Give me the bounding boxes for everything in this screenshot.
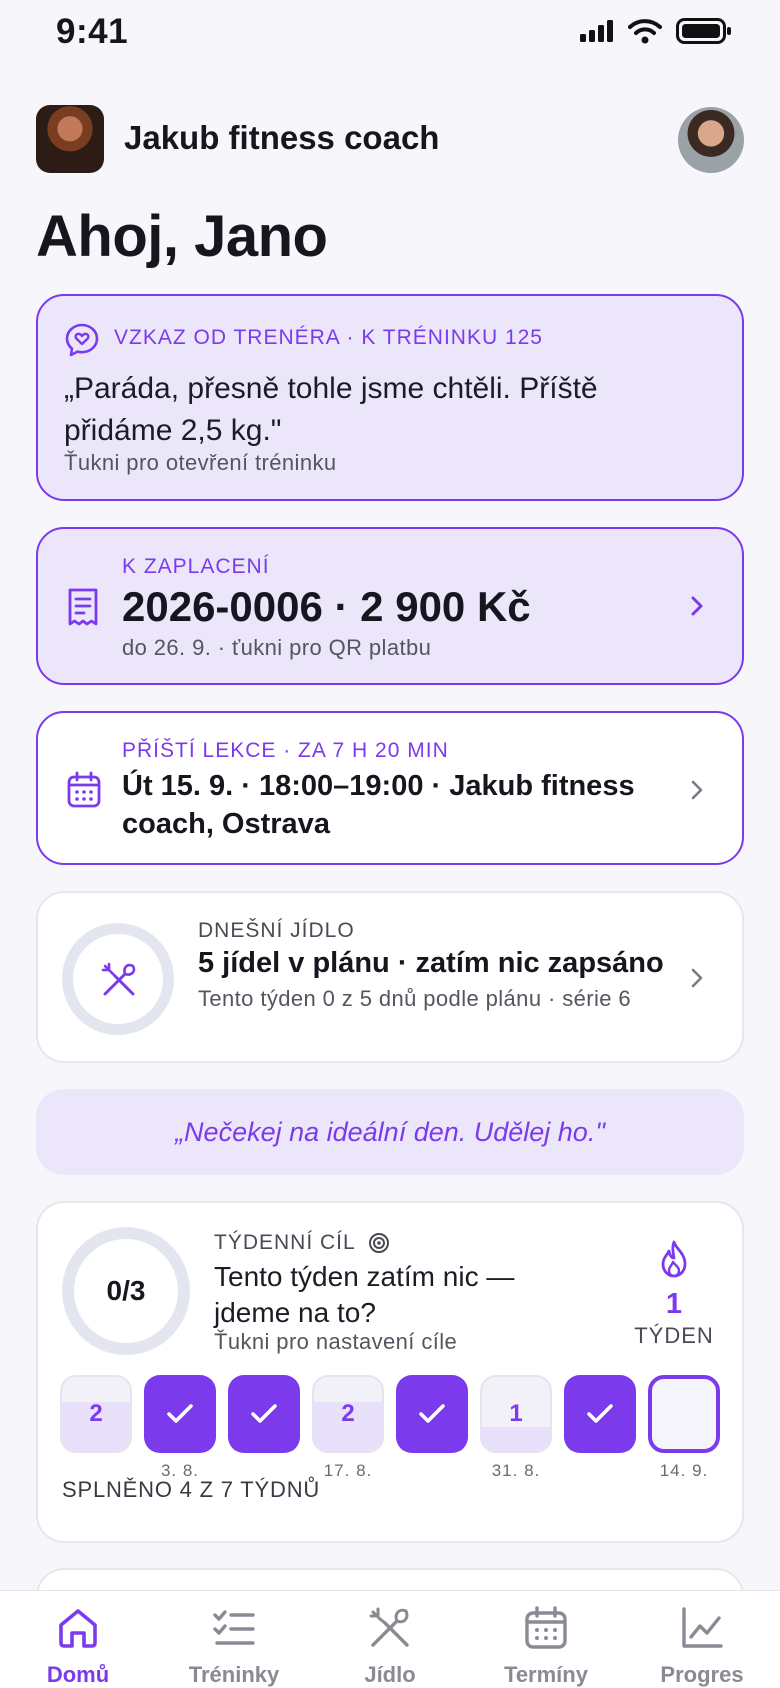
coach-message-card[interactable]: VZKAZ OD TRENÉRA · K TRÉNINKU 125 „Parád…	[36, 294, 744, 501]
tab-home-label: Domů	[46, 1662, 110, 1687]
checklist-icon	[213, 1610, 255, 1645]
goal-progress-ring: 0/3	[62, 1227, 190, 1355]
coach-avatar[interactable]	[36, 105, 104, 173]
week-tile: 2	[312, 1375, 384, 1453]
tab-progress[interactable]: Progres	[632, 1605, 772, 1688]
payment-eyebrow: K ZAPLACENÍ	[122, 555, 270, 578]
week-tile	[396, 1375, 468, 1453]
payment-hint: do 26. 9. · ťukni pro QR platbu	[122, 635, 432, 660]
heart-chat-icon	[65, 323, 99, 357]
week-tile: 1	[480, 1375, 552, 1453]
coach-name: Jakub fitness coach	[124, 119, 440, 156]
message-hint: Ťukni pro otevření tréninku	[64, 450, 337, 475]
week-count: 2	[341, 1400, 355, 1427]
tab-appointments[interactable]: Termíny	[476, 1605, 616, 1688]
tab-food[interactable]: Jídlo	[320, 1605, 460, 1688]
week-date-label: 14. 9.	[659, 1461, 709, 1480]
goal-eyebrow: TÝDENNÍ CÍL	[214, 1231, 390, 1255]
goal-title: Tento týden zatím nic — jdeme na to?	[214, 1261, 515, 1328]
fork-knife-icon	[369, 1607, 409, 1647]
week-history: 2 2 1	[60, 1375, 720, 1453]
calendar-icon	[525, 1606, 567, 1649]
weekly-goal-card[interactable]: 0/3 TÝDENNÍ CÍL Tento týden zatím nic — …	[36, 1201, 744, 1543]
chevron-right-icon	[691, 780, 703, 800]
home-icon	[59, 1609, 97, 1648]
status-bar: 9:41	[0, 0, 780, 70]
user-avatar[interactable]	[678, 107, 744, 173]
tab-appointments-label: Termíny	[504, 1662, 588, 1687]
streak-counter: 1 TÝDEN	[634, 1239, 714, 1349]
tab-progress-label: Progres	[660, 1662, 744, 1687]
receipt-icon	[68, 588, 98, 626]
week-count: 1	[509, 1400, 523, 1427]
today-food-card[interactable]: DNEŠNÍ JÍDLO 5 jídel v plánu · zatím nic…	[36, 891, 744, 1063]
payment-card[interactable]: K ZAPLACENÍ 2026-0006 · 2 900 Kč do 26. …	[36, 527, 744, 685]
goal-hint: Ťukni pro nastavení cíle	[214, 1329, 458, 1354]
food-hint: Tento týden 0 z 5 dnů podle plánu · séri…	[198, 986, 632, 1011]
battery-icon	[676, 18, 731, 44]
tab-workouts-label: Tréninky	[188, 1662, 280, 1687]
target-icon	[368, 1233, 389, 1253]
status-time: 9:41	[56, 12, 129, 51]
week-tile	[564, 1375, 636, 1453]
food-eyebrow: DNEŠNÍ JÍDLO	[198, 919, 355, 942]
motivational-quote: „Nečekej na ideální den. Udělej ho."	[36, 1089, 744, 1175]
fork-knife-icon	[101, 962, 136, 996]
food-title: 5 jídel v plánu · zatím nic zapsáno	[198, 947, 664, 979]
week-date-label	[396, 1461, 468, 1481]
signal-icon	[580, 20, 613, 42]
message-eyebrow: VZKAZ OD TRENÉRA · K TRÉNINKU 125	[114, 326, 543, 349]
tab-home[interactable]: Domů	[8, 1605, 148, 1688]
tab-workouts[interactable]: Tréninky	[164, 1605, 304, 1688]
chevron-right-icon	[691, 968, 703, 988]
week-date-label: 17. 8.	[323, 1461, 373, 1480]
header: Jakub fitness coach	[36, 105, 744, 175]
week-date-label: 31. 8.	[491, 1461, 541, 1480]
wifi-icon	[628, 19, 662, 44]
message-quote: „Paráda, přesně tohle jsme chtěli. Příšt…	[64, 372, 598, 447]
calendar-icon	[67, 771, 101, 808]
check-icon	[587, 1404, 613, 1423]
food-progress-ring	[62, 923, 174, 1035]
check-icon	[419, 1404, 445, 1423]
week-tile: 2	[60, 1375, 132, 1453]
status-icons	[580, 18, 732, 44]
tab-bar: Domů Tréninky Jídlo Termíny Progres	[0, 1590, 780, 1688]
chevron-right-icon	[691, 596, 703, 616]
week-date-label	[564, 1461, 636, 1481]
next-lesson-card[interactable]: PŘÍŠTÍ LEKCE · ZA 7 H 20 MIN Út 15. 9. ·…	[36, 711, 744, 865]
week-tile	[648, 1375, 720, 1453]
page-title: Ahoj, Jano	[36, 204, 328, 269]
chart-icon	[682, 1607, 723, 1648]
goal-summary: SPLNĚNO 4 Z 7 TÝDNŮ	[62, 1477, 321, 1502]
week-count: 2	[89, 1400, 103, 1427]
check-icon	[167, 1404, 193, 1423]
lesson-title: Út 15. 9. · 18:00–19:00 · Jakub fitness …	[122, 770, 635, 840]
flame-icon	[661, 1240, 687, 1278]
tab-food-label: Jídlo	[364, 1662, 416, 1687]
payment-amount: 2026-0006 · 2 900 Kč	[122, 583, 531, 630]
streak-value: 1	[665, 1288, 683, 1320]
week-tile	[144, 1375, 216, 1453]
week-tile	[228, 1375, 300, 1453]
streak-label: TÝDEN	[634, 1323, 714, 1348]
check-icon	[251, 1404, 277, 1423]
goal-eyebrow-label: TÝDENNÍ CÍL	[214, 1231, 356, 1254]
lesson-eyebrow: PŘÍŠTÍ LEKCE · ZA 7 H 20 MIN	[122, 739, 449, 762]
